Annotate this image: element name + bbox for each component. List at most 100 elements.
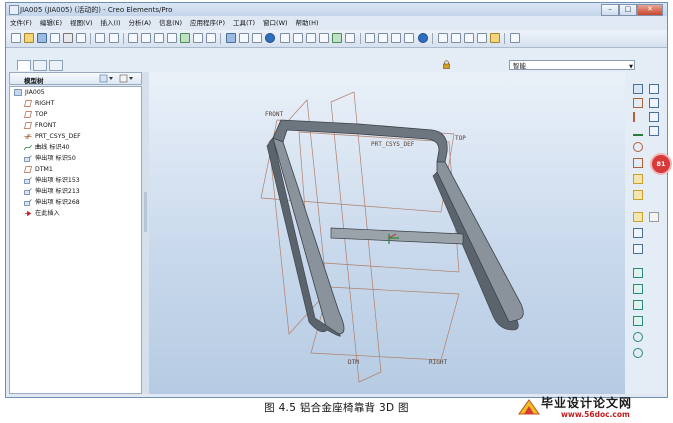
wireframe-icon[interactable]	[365, 33, 375, 43]
find-icon[interactable]	[193, 33, 203, 43]
print-icon[interactable]	[50, 33, 60, 43]
tree-item[interactable]: 曲线 标识40	[24, 143, 70, 153]
tree-settings-icon[interactable]	[99, 74, 115, 83]
refit-icon[interactable]	[306, 33, 316, 43]
analysis-tool-icon[interactable]	[633, 174, 643, 184]
window-title: JIA005 (JIA005) (活动的) - Creo Elements/Pr…	[20, 6, 173, 14]
extrude-tool-icon[interactable]	[649, 84, 659, 94]
navigator-tabs	[17, 60, 65, 71]
spin-center-icon[interactable]	[239, 33, 249, 43]
chamfer-tool-icon[interactable]	[633, 284, 643, 294]
copy-icon[interactable]	[141, 33, 151, 43]
tree-item[interactable]: 伸出项 标识213	[24, 187, 80, 197]
menu-file[interactable]: 文件(F)	[6, 17, 36, 29]
cut-icon[interactable]	[128, 33, 138, 43]
menu-edit[interactable]: 编辑(E)	[36, 17, 66, 29]
curve-tool-icon[interactable]	[633, 126, 643, 136]
send-mail-icon[interactable]	[63, 33, 73, 43]
tree-item[interactable]: 伸出项 标识50	[24, 154, 76, 164]
revolve-tool-icon[interactable]	[649, 98, 659, 108]
orient-mode-icon[interactable]	[252, 33, 262, 43]
relation-tool-icon[interactable]	[633, 190, 643, 200]
csys-tool-icon[interactable]	[633, 158, 643, 168]
axis-tool-icon[interactable]	[633, 112, 643, 122]
rib-tool-icon[interactable]	[633, 228, 643, 238]
graphics-viewport[interactable]: FRONT TOP PRT_CSYS_DEF DTM RIGHT	[149, 72, 625, 394]
pattern-tool-icon[interactable]	[633, 316, 643, 326]
tree-item[interactable]: FRONT	[24, 121, 56, 131]
blend-tool-icon[interactable]	[649, 126, 659, 136]
reorient-icon[interactable]	[319, 33, 329, 43]
tree-item[interactable]: JIA005	[14, 88, 45, 98]
close-button[interactable]: ✕	[637, 4, 663, 16]
tree-item[interactable]: RIGHT	[24, 99, 54, 109]
csys-toggle-icon[interactable]	[477, 33, 487, 43]
minimize-button[interactable]: –	[601, 4, 619, 16]
tree-item[interactable]: 伸出项 标识153	[24, 176, 80, 186]
tree-item[interactable]: 在此插入	[24, 209, 60, 219]
front-label: FRONT	[265, 111, 283, 118]
new-file-icon[interactable]	[11, 33, 21, 43]
datum-axes-toggle-icon[interactable]	[451, 33, 461, 43]
menu-tools[interactable]: 工具(T)	[229, 17, 259, 29]
menu-applications[interactable]: 应用程序(P)	[186, 17, 229, 29]
splitter-grip[interactable]	[144, 192, 147, 232]
zoom-out-icon[interactable]	[293, 33, 303, 43]
trim-tool-icon[interactable]	[633, 348, 643, 358]
annotations-toggle-icon[interactable]	[490, 33, 500, 43]
zoom-in-icon[interactable]	[280, 33, 290, 43]
draft-tool-icon[interactable]	[633, 244, 643, 254]
sketch-icon[interactable]	[633, 84, 643, 94]
tree-item[interactable]: PRT_CSYS_DEF	[24, 132, 81, 142]
menu-view[interactable]: 视图(V)	[66, 17, 97, 29]
tab-favorites[interactable]	[49, 60, 63, 71]
redo-icon[interactable]	[109, 33, 119, 43]
datum-planes-toggle-icon[interactable]	[438, 33, 448, 43]
plane-tool-icon[interactable]	[633, 98, 643, 108]
open-folder-icon[interactable]	[24, 33, 34, 43]
select-box-icon[interactable]	[206, 33, 216, 43]
shading-sphere-icon[interactable]	[265, 33, 275, 43]
panel-splitter[interactable]	[142, 72, 149, 394]
hole-tool-icon[interactable]	[633, 212, 643, 222]
layers-icon[interactable]	[345, 33, 355, 43]
point-tool-icon[interactable]	[633, 142, 643, 152]
maximize-button[interactable]: □	[619, 4, 637, 16]
no-hidden-icon[interactable]	[391, 33, 401, 43]
saved-views-icon[interactable]	[332, 33, 342, 43]
regenerate-icon[interactable]	[180, 33, 190, 43]
round-tool-icon[interactable]	[633, 268, 643, 278]
tree-item[interactable]: DTM1	[24, 165, 53, 175]
save-icon[interactable]	[37, 33, 47, 43]
hidden-line-icon[interactable]	[378, 33, 388, 43]
merge-tool-icon[interactable]	[633, 332, 643, 342]
shell-tool-icon[interactable]	[649, 212, 659, 222]
tab-folder-browser[interactable]	[33, 60, 47, 71]
sweep-tool-icon[interactable]	[649, 112, 659, 122]
menu-info[interactable]: 信息(N)	[155, 17, 186, 29]
menu-analysis[interactable]: 分析(A)	[125, 17, 156, 29]
tree-item[interactable]: TOP	[24, 110, 47, 120]
menu-window[interactable]: 窗口(W)	[259, 17, 292, 29]
datum-points-toggle-icon[interactable]	[464, 33, 474, 43]
filter-dropdown[interactable]: 智能 ▼	[509, 60, 635, 70]
part-icon	[14, 88, 22, 96]
shaded-icon[interactable]	[404, 33, 414, 43]
tab-model-tree[interactable]	[17, 60, 31, 71]
menu-insert[interactable]: 插入(I)	[97, 17, 125, 29]
repaint-icon[interactable]	[226, 33, 236, 43]
mirror-tool-icon[interactable]	[633, 300, 643, 310]
paste-icon[interactable]	[154, 33, 164, 43]
enhanced-realism-icon[interactable]	[418, 33, 428, 43]
menu-help[interactable]: 帮助(H)	[292, 17, 323, 29]
send-link-icon[interactable]	[76, 33, 86, 43]
undo-icon[interactable]	[95, 33, 105, 43]
status-badge[interactable]: 81	[650, 153, 672, 175]
lock-icon[interactable]	[443, 60, 450, 69]
tree-item[interactable]: 伸出项 标识268	[24, 198, 80, 208]
model-view: FRONT TOP PRT_CSYS_DEF DTM RIGHT	[260, 91, 524, 383]
context-help-icon[interactable]	[510, 33, 520, 43]
paste-special-icon[interactable]	[167, 33, 177, 43]
right-label: RIGHT	[429, 359, 447, 366]
tree-show-icon[interactable]	[119, 74, 135, 83]
